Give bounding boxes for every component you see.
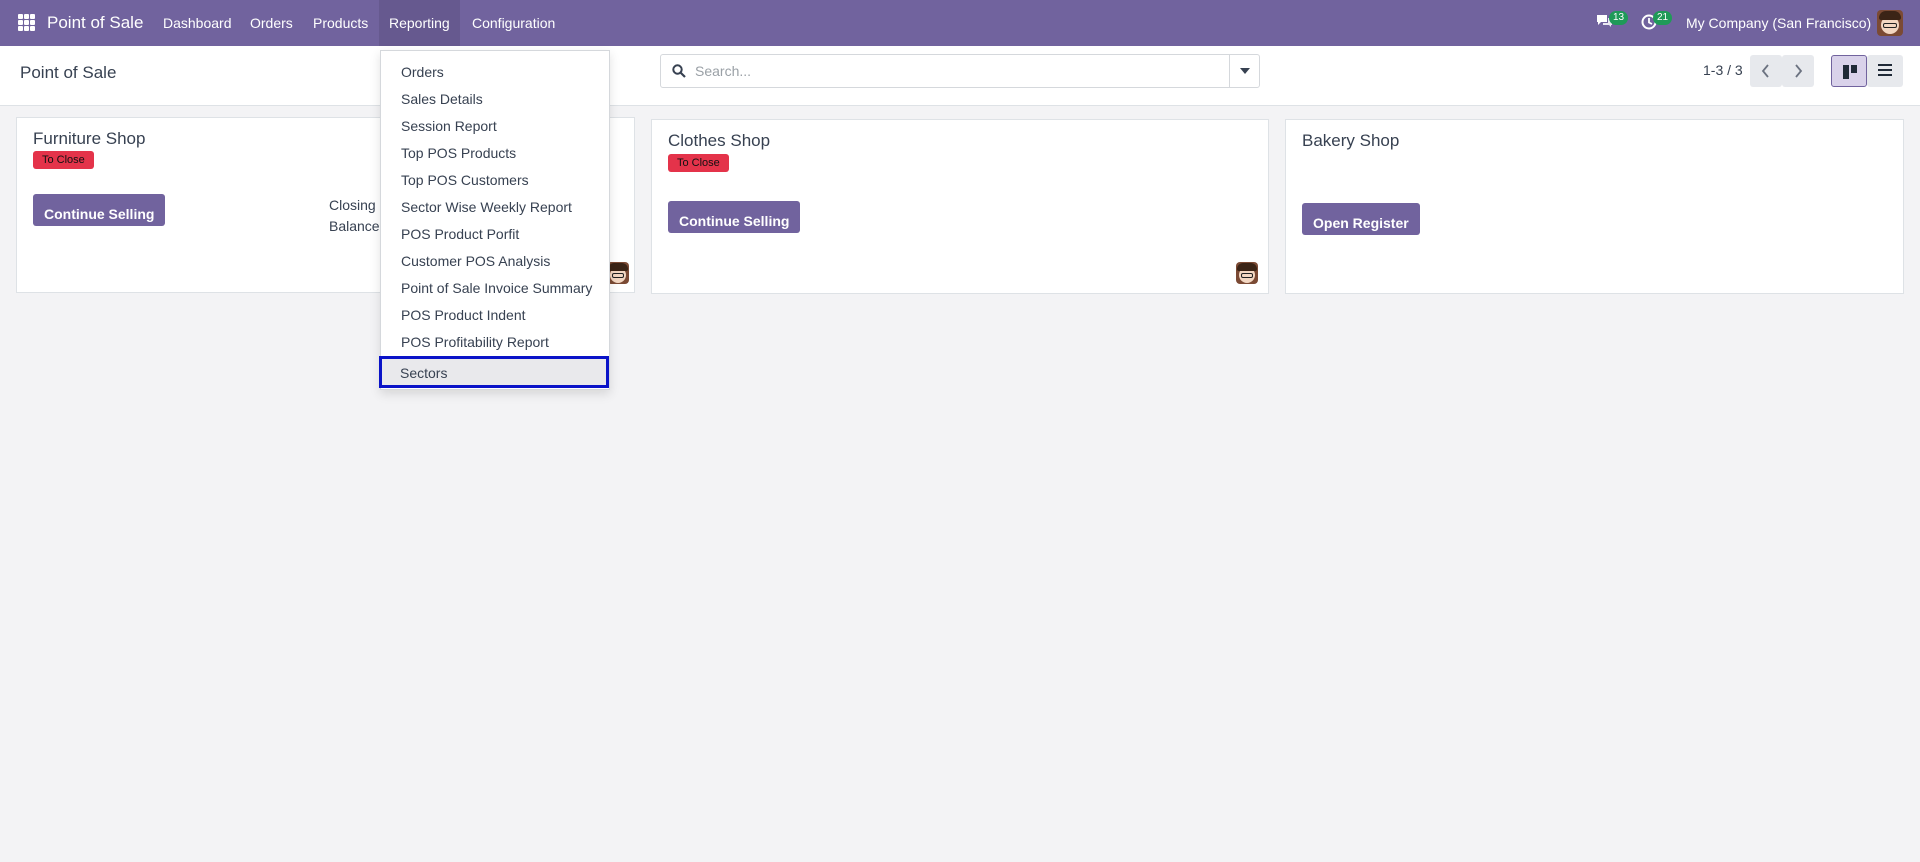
menu-item-sales-details[interactable]: Sales Details	[401, 91, 483, 107]
pos-card-bakery-shop: Bakery Shop Open Register	[1285, 119, 1904, 294]
open-register-button[interactable]: Open Register	[1302, 203, 1420, 235]
search-icon	[672, 64, 686, 78]
top-navbar: Point of Sale Dashboard Orders Products …	[0, 0, 1920, 46]
menu-item-customer-pos-analysis[interactable]: Customer POS Analysis	[401, 253, 550, 269]
card-user-avatar	[607, 262, 629, 284]
closing-label: Closing	[329, 197, 376, 213]
status-badge: To Close	[668, 154, 729, 172]
card-title[interactable]: Bakery Shop	[1302, 131, 1399, 151]
card-user-avatar	[1236, 262, 1258, 284]
chevron-left-icon	[1761, 64, 1769, 78]
company-switcher[interactable]: My Company (San Francisco)	[1686, 15, 1871, 31]
menu-dashboard[interactable]: Dashboard	[163, 15, 232, 31]
menu-configuration[interactable]: Configuration	[472, 15, 555, 31]
menu-reporting[interactable]: Reporting	[379, 0, 460, 46]
card-title[interactable]: Furniture Shop	[33, 129, 145, 149]
list-view-icon	[1878, 64, 1892, 76]
apps-grid-icon[interactable]	[18, 14, 35, 31]
activities-count-badge: 21	[1653, 11, 1673, 25]
breadcrumb: Point of Sale	[20, 63, 117, 82]
status-badge: To Close	[33, 151, 94, 169]
pager-previous-button[interactable]	[1750, 55, 1782, 87]
menu-item-pos-invoice-summary[interactable]: Point of Sale Invoice Summary	[401, 280, 592, 296]
card-title[interactable]: Clothes Shop	[668, 131, 770, 151]
menu-item-orders[interactable]: Orders	[401, 64, 444, 80]
user-avatar[interactable]	[1877, 10, 1903, 36]
kanban-view-icon	[1843, 65, 1857, 79]
pos-card-clothes-shop: Clothes Shop To Close Continue Selling	[651, 119, 1269, 294]
menu-item-pos-product-porfit[interactable]: POS Product Porfit	[401, 226, 519, 242]
reporting-dropdown-menu: Orders Sales Details Session Report Top …	[380, 50, 610, 390]
search-bar[interactable]	[660, 54, 1260, 88]
balance-label: Balance	[329, 218, 380, 234]
menu-item-top-pos-products[interactable]: Top POS Products	[401, 145, 516, 161]
menu-item-top-pos-customers[interactable]: Top POS Customers	[401, 172, 529, 188]
list-view-button[interactable]	[1867, 55, 1903, 87]
search-input[interactable]	[695, 61, 1215, 81]
menu-item-sector-wise-weekly-report[interactable]: Sector Wise Weekly Report	[401, 199, 572, 215]
kanban-view-button[interactable]	[1831, 55, 1867, 87]
menu-item-session-report[interactable]: Session Report	[401, 118, 497, 134]
control-panel: Point of Sale 1-3 / 3	[0, 46, 1920, 106]
menu-orders[interactable]: Orders	[250, 15, 293, 31]
continue-selling-button[interactable]: Continue Selling	[668, 201, 801, 233]
messages-count-badge: 13	[1609, 11, 1629, 25]
menu-item-sectors-label: Sectors	[400, 365, 448, 381]
app-title[interactable]: Point of Sale	[47, 13, 143, 33]
continue-selling-button[interactable]: Continue Selling	[33, 194, 166, 226]
menu-item-sectors[interactable]: Sectors	[379, 356, 609, 388]
menu-item-pos-product-indent[interactable]: POS Product Indent	[401, 307, 526, 323]
chevron-right-icon	[1795, 64, 1803, 78]
menu-products[interactable]: Products	[313, 15, 368, 31]
pager-value[interactable]: 1-3 / 3	[1703, 62, 1743, 78]
search-options-toggle[interactable]	[1229, 55, 1259, 87]
menu-item-pos-profitability-report[interactable]: POS Profitability Report	[401, 334, 549, 350]
pager-next-button[interactable]	[1782, 55, 1814, 87]
